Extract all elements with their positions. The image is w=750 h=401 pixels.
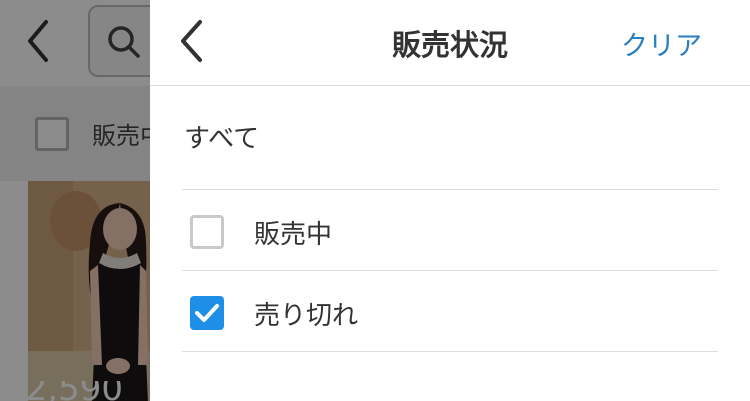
sold-out-checkbox[interactable] (190, 296, 224, 330)
option-all[interactable]: すべて (184, 118, 259, 155)
option-label: 販売中 (254, 220, 333, 250)
option-sold-out[interactable]: 売り切れ (182, 271, 718, 351)
divider (182, 351, 718, 352)
checkmark-icon (190, 296, 224, 330)
option-label: 売り切れ (254, 301, 359, 331)
sales-status-filter-panel: 販売状況 クリア すべて 販売中 売り切れ (150, 0, 750, 401)
clear-button[interactable]: クリア (621, 24, 702, 63)
panel-header: 販売状況 クリア (150, 0, 750, 86)
on-sale-checkbox[interactable] (190, 215, 224, 249)
option-on-sale[interactable]: 販売中 (182, 190, 718, 270)
